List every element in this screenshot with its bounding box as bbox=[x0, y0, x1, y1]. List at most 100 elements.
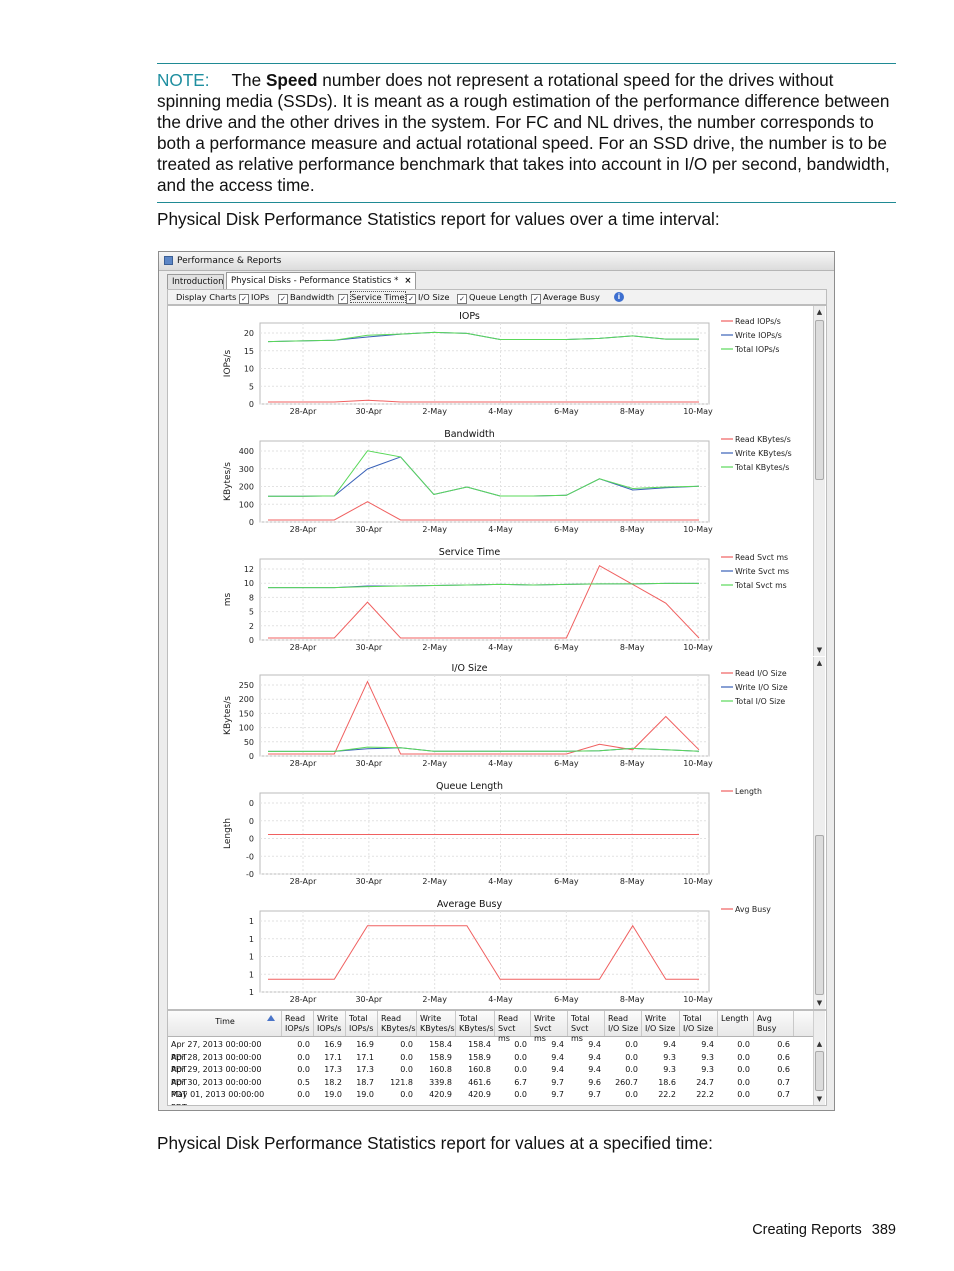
checkbox-io-size[interactable]: ✓ I/O Size bbox=[406, 290, 449, 304]
checkbox-service-time[interactable]: ✓ Service Time bbox=[338, 290, 406, 304]
lower-scrollbar[interactable]: ▲ ▼ bbox=[813, 657, 825, 1009]
intro-paragraph-interval: Physical Disk Performance Statistics rep… bbox=[157, 209, 720, 229]
scroll-up-icon[interactable]: ▲ bbox=[814, 1039, 825, 1049]
column-header[interactable]: Length bbox=[718, 1011, 754, 1036]
column-header[interactable]: Write Svct ms bbox=[531, 1011, 568, 1043]
info-icon[interactable]: i bbox=[614, 292, 624, 302]
column-header[interactable]: Write I/O Size bbox=[642, 1011, 680, 1036]
table-cell: 9.4 bbox=[663, 1040, 676, 1049]
x-tick-label: 28-Apr bbox=[290, 995, 317, 1004]
upper-scrollbar[interactable]: ▲ ▼ bbox=[813, 306, 825, 656]
x-tick-label: 28-Apr bbox=[290, 643, 317, 652]
x-tick-label: 30-Apr bbox=[355, 407, 382, 416]
column-header[interactable]: Time bbox=[168, 1011, 282, 1036]
lower-scroll-thumb[interactable] bbox=[815, 835, 824, 995]
y-tick-label: 5 bbox=[249, 608, 254, 617]
column-header[interactable]: Read IOPs/s bbox=[282, 1011, 314, 1036]
table-cell: 18.2 bbox=[324, 1077, 342, 1087]
x-tick-label: 6-May bbox=[554, 877, 579, 886]
column-header[interactable]: Total KBytes/s bbox=[456, 1011, 495, 1036]
legend-entry: Write Svct ms bbox=[735, 567, 789, 576]
table-row[interactable]: Apr 29, 2013 00:00:00 PDT 0.0 17.3 17.3 0.0 1… bbox=[168, 1064, 814, 1087]
plot-frame bbox=[259, 558, 710, 641]
table-row[interactable]: Apr 30, 2013 00:00:00 PDT 0.5 18.2 18.7 121.… bbox=[168, 1077, 814, 1100]
x-tick-label: 2-May bbox=[422, 525, 447, 534]
table-cell: 9.3 bbox=[701, 1052, 714, 1062]
table-cell: 158.4 bbox=[429, 1040, 452, 1049]
chart-title: Bandwidth bbox=[444, 429, 495, 440]
checkbox-iops[interactable]: ✓ IOPs bbox=[239, 290, 269, 304]
table-cell: 19.0 bbox=[356, 1090, 374, 1100]
column-header[interactable]: Read Svct ms bbox=[495, 1011, 531, 1043]
note-bold-term: Speed bbox=[265, 70, 318, 90]
table-cell: 0.0 bbox=[737, 1077, 750, 1087]
chart-title: IOPs bbox=[459, 311, 480, 322]
plot-frame bbox=[259, 792, 710, 875]
chart-title: Queue Length bbox=[436, 781, 503, 792]
table-cell: 24.7 bbox=[696, 1077, 714, 1087]
column-header[interactable]: Read I/O Size bbox=[605, 1011, 642, 1036]
scroll-down-icon[interactable]: ▼ bbox=[814, 1094, 825, 1104]
x-tick-label: 4-May bbox=[488, 407, 513, 416]
checkbox-queue-length[interactable]: ✓ Queue Length bbox=[457, 290, 528, 304]
table-cell: 158.9 bbox=[429, 1052, 452, 1062]
charts-canvas: IOPs0510152028-Apr 30-Apr 2-May 4-May 6-May 8… bbox=[223, 311, 792, 1004]
tab-physical-disks[interactable]: Physical Disks - Peformance Statistics *… bbox=[226, 272, 417, 289]
table-cell: 0.0 bbox=[297, 1090, 310, 1100]
x-tick-label: 28-Apr bbox=[290, 759, 317, 768]
window-icon bbox=[164, 256, 173, 265]
checkbox-average-busy[interactable]: ✓ Average Busy bbox=[531, 290, 600, 304]
column-header[interactable]: Total I/O Size bbox=[680, 1011, 718, 1036]
column-header[interactable]: Total IOPs/s bbox=[346, 1011, 378, 1036]
table-cell: 6.7 bbox=[514, 1077, 527, 1087]
y-tick-label: 1 bbox=[249, 953, 254, 962]
x-tick-label: 8-May bbox=[620, 877, 645, 886]
check-icon: ✓ bbox=[338, 294, 348, 304]
sort-ascending-icon[interactable] bbox=[267, 1015, 275, 1021]
legend-entry: Write I/O Size bbox=[735, 683, 788, 692]
table-scroll-thumb[interactable] bbox=[815, 1051, 824, 1091]
scroll-down-icon[interactable]: ▼ bbox=[814, 645, 825, 655]
y-tick-label: 0 bbox=[249, 799, 254, 808]
scroll-up-icon[interactable]: ▲ bbox=[814, 658, 825, 668]
table-cell: 0.0 bbox=[400, 1052, 413, 1062]
table-cell: 0.0 bbox=[514, 1090, 527, 1100]
column-header[interactable]: Write IOPs/s bbox=[314, 1011, 346, 1036]
x-tick-label: 4-May bbox=[488, 759, 513, 768]
table-cell: 0.0 bbox=[400, 1065, 413, 1075]
tab-physical-disks-label: Physical Disks - Peformance Statistics * bbox=[231, 276, 399, 286]
y-tick-label: 50 bbox=[244, 738, 254, 747]
column-header[interactable]: Avg Busy bbox=[754, 1011, 794, 1036]
close-tab-icon[interactable]: × bbox=[404, 276, 411, 286]
column-header[interactable]: Total Svct ms bbox=[568, 1011, 605, 1043]
legend-entry: Read KBytes/s bbox=[735, 435, 791, 444]
check-icon: ✓ bbox=[457, 294, 467, 304]
table-cell: 0.0 bbox=[514, 1052, 527, 1062]
table-scrollbar[interactable]: ▲ ▼ bbox=[813, 1011, 825, 1105]
scroll-up-icon[interactable]: ▲ bbox=[814, 307, 825, 317]
x-tick-label: 4-May bbox=[488, 525, 513, 534]
y-axis-label: ms bbox=[223, 592, 233, 606]
x-tick-label: 28-Apr bbox=[290, 407, 317, 416]
scroll-down-icon[interactable]: ▼ bbox=[814, 998, 825, 1008]
check-icon: ✓ bbox=[239, 294, 249, 304]
upper-scroll-thumb[interactable] bbox=[815, 320, 824, 480]
check-icon: ✓ bbox=[406, 294, 416, 304]
checkbox-bandwidth[interactable]: ✓ Bandwidth bbox=[278, 290, 334, 304]
table-row[interactable]: May 01, 2013 00:00:00 PDT 0.0 19.0 19.0 0.0 4… bbox=[168, 1089, 814, 1105]
table-row[interactable]: Apr 28, 2013 00:00:00 PDT 0.0 17.1 17.1 0.0 1… bbox=[168, 1052, 814, 1075]
table-cell: 18.7 bbox=[356, 1077, 374, 1087]
y-tick-label: 1 bbox=[249, 917, 254, 926]
column-header[interactable]: Write KBytes/s bbox=[417, 1011, 456, 1036]
table-cell: 0.0 bbox=[514, 1040, 527, 1049]
table-cell: 158.4 bbox=[468, 1040, 491, 1049]
check-icon: ✓ bbox=[278, 294, 288, 304]
y-axis-label: IOPs/s bbox=[223, 349, 233, 377]
tab-introduction[interactable]: Introduction bbox=[167, 274, 224, 289]
table-cell: 9.7 bbox=[551, 1077, 564, 1087]
page-footer: Creating Reports 389 bbox=[700, 1222, 896, 1238]
table-cell: 9.4 bbox=[588, 1065, 601, 1075]
table-row[interactable]: Apr 27, 2013 00:00:00 PDT 0.0 16.9 16.9 0.0 1… bbox=[168, 1039, 814, 1062]
legend-entry: Total KBytes/s bbox=[734, 463, 789, 472]
column-header[interactable]: Read KBytes/s bbox=[378, 1011, 417, 1036]
